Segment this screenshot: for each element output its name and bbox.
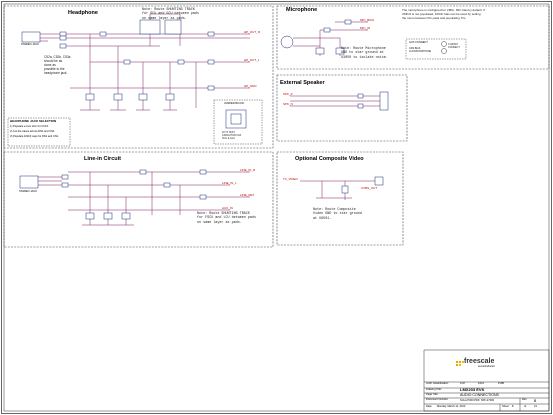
net-label: CVBS_OUT [361, 186, 378, 190]
microphone-title: Microphone [286, 7, 318, 13]
speaker-connector [379, 91, 389, 111]
microphone-top-note: The microphone is configured for VMIC. M… [402, 8, 485, 20]
of-label: of [524, 405, 527, 408]
composite-video-title: Optional Composite Video [295, 156, 364, 162]
headphone-title: Headphone [68, 10, 98, 16]
net-label: AUX_IN [222, 206, 233, 210]
net-label: LINE_DET [240, 193, 255, 197]
headphone-note: Note: Route SHUNTING TRACK for SCU and G… [142, 8, 199, 21]
schematic-sheet: Headphone Microphone External Speaker Li… [0, 0, 553, 415]
schematic-drawing [1, 1, 552, 414]
mic-legend-aux: AUX CONNECT [409, 41, 428, 44]
net-label: HP_GND [244, 84, 257, 88]
doc-number: SCH-27000 PDF: SPF-27000 [460, 399, 495, 402]
external-speaker-title: External Speaker [280, 80, 325, 86]
class-fcp: FCP [460, 382, 466, 385]
date-label: Date: [426, 405, 433, 408]
rev-value: B [534, 399, 537, 403]
net-label: LINE_IN_L [222, 181, 237, 185]
class-fiuo: FIUO [478, 382, 485, 385]
page-title: AUDIO CONNECTIONS [460, 392, 499, 397]
composite-video-block [276, 151, 404, 246]
headphone-jack-label: STEREO JACK [21, 43, 40, 46]
speaker-wires [290, 95, 380, 107]
net-label: MIC_BIAS [360, 18, 375, 22]
doc-number-label: Document Number [426, 398, 448, 401]
freescale-logo: freescale [464, 358, 495, 365]
test-cap-note: 40 T3 TEST CAPACITOR CLR SCU & GLU [222, 131, 242, 140]
selection-key-line: 3) Populate 100nF caps for DN1 and CN1. [10, 135, 59, 138]
selection-key-line: 2) Cut the traces across DN1 and CN1. [10, 130, 56, 133]
microphone-note: Note: Route Microphone GND to star groun… [341, 47, 388, 60]
composite-video-note: Note: Route Composite Video GND to star … [313, 208, 362, 221]
board-name: LMX233 EVK [460, 387, 485, 392]
page-title-label: Page Title: [426, 393, 439, 396]
line-in-jack-label: STEREO JACK [19, 190, 38, 193]
headphone-side-note: C52a, C52b, C53a should be as close as p… [44, 55, 71, 75]
video-wires [300, 180, 375, 200]
net-label: LINE_IN_R [240, 168, 256, 172]
selection-key-title: HEADPHONE JACK SELECTION [10, 119, 57, 123]
freescale-logo-mark [456, 361, 464, 366]
sheet-label: Sheet [502, 405, 509, 408]
line-in-block [3, 151, 274, 248]
net-label: HP_OUT_L [244, 58, 260, 62]
of-value: 21 [534, 405, 537, 408]
freescale-logo-sub: semiconductor [478, 365, 495, 368]
drawing-title-label: Drawing Title: [426, 388, 442, 391]
line-in-note: Note: Route SHUNTING TRACE for FSCU and … [197, 212, 257, 225]
sheet-value: 8 [512, 405, 514, 408]
net-label: TV_VIDEO [283, 177, 298, 181]
net-label: MIC_IN [360, 26, 371, 30]
date-value: Monday, March 11, 2013 [437, 405, 466, 408]
net-label: SPK_P [283, 92, 293, 96]
jumper-block-label: JUMPER BLOCK [224, 102, 245, 105]
classification-label: ICAP Classification: [426, 382, 449, 385]
selection-key-line: 1) Populate a zero ohm for CC16. [10, 125, 49, 128]
mic-legend-bias: ASM BIAS AUX/MICROPHONE [409, 47, 432, 53]
line-in-components [61, 169, 207, 220]
net-label: SPK_N [283, 102, 293, 106]
line-in-title: Line-in Circuit [84, 156, 121, 162]
rca-connector [374, 176, 384, 186]
rev-label: Rev [522, 398, 527, 401]
mic-legend-mono: C-MONO CONNECT [448, 43, 460, 49]
net-label: HP_OUT_R [244, 30, 261, 34]
class-pubi: PUBI [498, 382, 505, 385]
